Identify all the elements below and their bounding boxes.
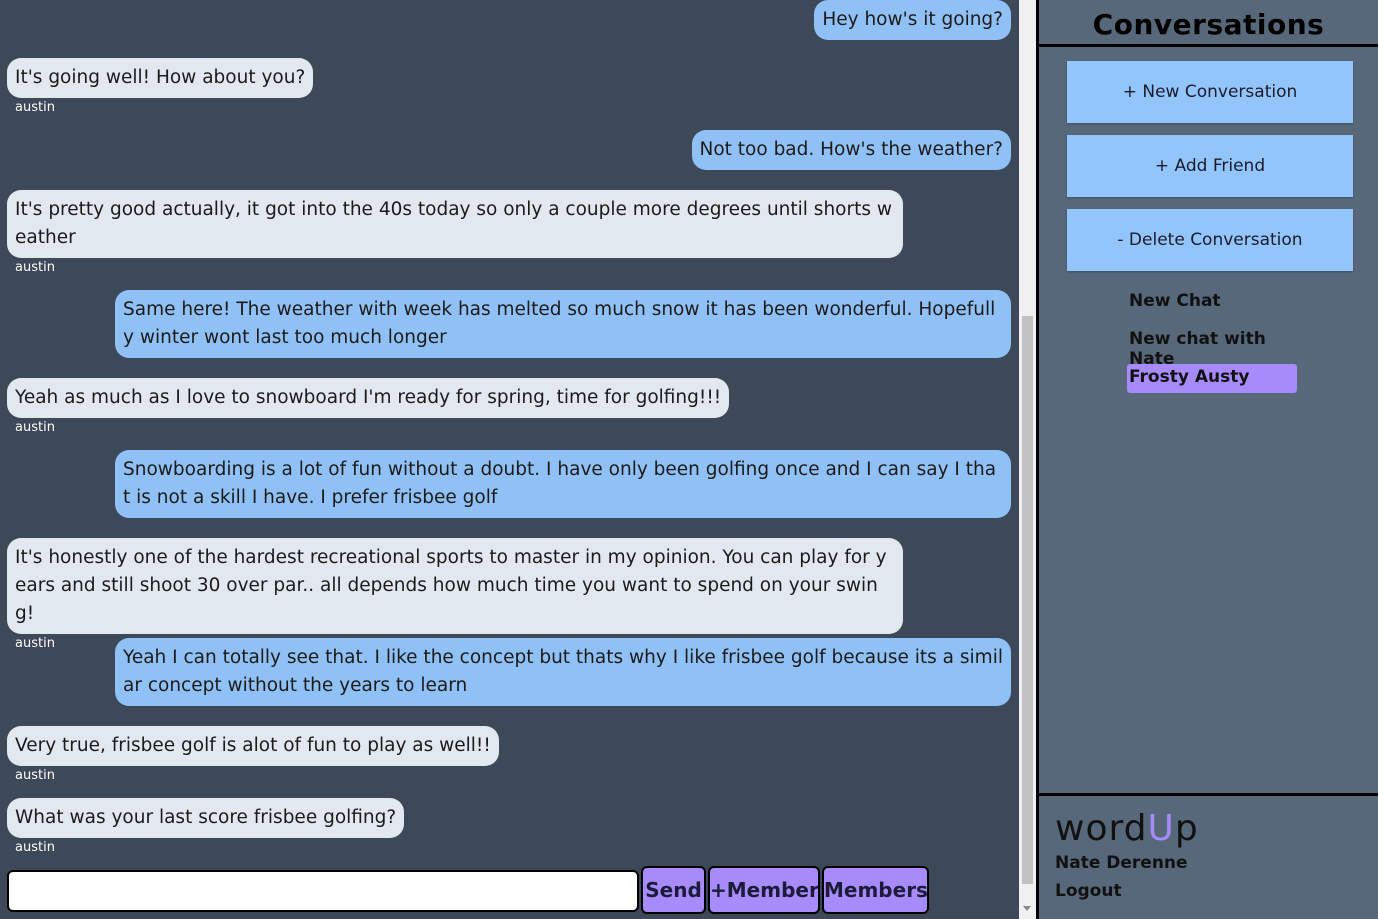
logo-text-prefix: word xyxy=(1055,808,1148,849)
add-member-button[interactable]: +Member xyxy=(708,866,820,914)
message-list: Hey how's it going? It's going well! How… xyxy=(0,0,1019,862)
sent-message-bubble: Yeah I can totally see that. I like the … xyxy=(115,638,1011,706)
message-row: Yeah I can totally see that. I like the … xyxy=(115,638,1011,706)
received-message-bubble: It's going well! How about you? xyxy=(7,58,314,98)
send-button[interactable]: Send xyxy=(641,866,706,914)
message-sender: austin xyxy=(15,420,55,435)
chat-panel: Hey how's it going? It's going well! How… xyxy=(0,0,1019,919)
logout-link[interactable]: Logout xyxy=(1055,881,1122,901)
sent-message-bubble: Same here! The weather with week has mel… xyxy=(115,290,1011,358)
sent-message-bubble: Snowboarding is a lot of fun without a d… xyxy=(115,450,1011,518)
scroll-down-arrow-icon[interactable] xyxy=(1023,906,1031,911)
message-row: Snowboarding is a lot of fun without a d… xyxy=(115,450,1011,518)
received-message-bubble: It's honestly one of the hardest recreat… xyxy=(7,538,903,634)
received-message-bubble: Very true, frisbee golf is alot of fun t… xyxy=(7,726,499,766)
received-message-bubble: Yeah as much as I love to snowboard I'm … xyxy=(7,378,730,418)
message-row: It's honestly one of the hardest recreat… xyxy=(7,538,903,651)
message-row: Not too bad. How's the weather? xyxy=(691,130,1011,170)
message-row: What was your last score frisbee golfing… xyxy=(7,798,405,855)
title-divider xyxy=(1039,44,1378,47)
message-row: Hey how's it going? xyxy=(814,0,1011,40)
conversation-item[interactable]: New chat with Nate xyxy=(1127,326,1297,369)
members-button[interactable]: Members xyxy=(822,866,929,914)
add-friend-button[interactable]: + Add Friend xyxy=(1067,135,1353,197)
new-conversation-button[interactable]: + New Conversation xyxy=(1067,61,1353,123)
conversation-item[interactable]: New Chat xyxy=(1127,288,1297,317)
sidebar-title: Conversations xyxy=(1092,8,1325,41)
message-sender: austin xyxy=(15,260,55,275)
message-sender: austin xyxy=(15,100,55,115)
message-row: It's going well! How about you? austin xyxy=(7,58,314,115)
message-row: Same here! The weather with week has mel… xyxy=(115,290,1011,358)
received-message-bubble: What was your last score frisbee golfing… xyxy=(7,798,405,838)
received-message-bubble: It's pretty good actually, it got into t… xyxy=(7,190,903,258)
message-row: Yeah as much as I love to snowboard I'm … xyxy=(7,378,730,435)
scrollbar-thumb[interactable] xyxy=(1022,316,1033,884)
current-username: Nate Derenne xyxy=(1055,853,1188,873)
sent-message-bubble: Not too bad. How's the weather? xyxy=(691,130,1011,170)
chat-scrollbar[interactable] xyxy=(1019,0,1036,919)
delete-conversation-button[interactable]: - Delete Conversation xyxy=(1067,209,1353,271)
conversation-item-active[interactable]: Frosty Austy xyxy=(1127,364,1297,393)
message-input[interactable] xyxy=(7,870,639,912)
wordup-logo: wordUp xyxy=(1055,808,1199,849)
logo-text-suffix: p xyxy=(1174,808,1199,849)
message-row: Very true, frisbee golf is alot of fun t… xyxy=(7,726,499,783)
message-row: It's pretty good actually, it got into t… xyxy=(7,190,903,275)
message-sender: austin xyxy=(15,840,55,855)
logo-text-accent: U xyxy=(1147,808,1175,849)
conversations-sidebar: Conversations + New Conversation + Add F… xyxy=(1036,0,1378,919)
footer-divider xyxy=(1039,793,1378,796)
sent-message-bubble: Hey how's it going? xyxy=(814,0,1011,40)
message-composer: Send +Member Members xyxy=(7,866,937,916)
message-sender: austin xyxy=(15,768,55,783)
